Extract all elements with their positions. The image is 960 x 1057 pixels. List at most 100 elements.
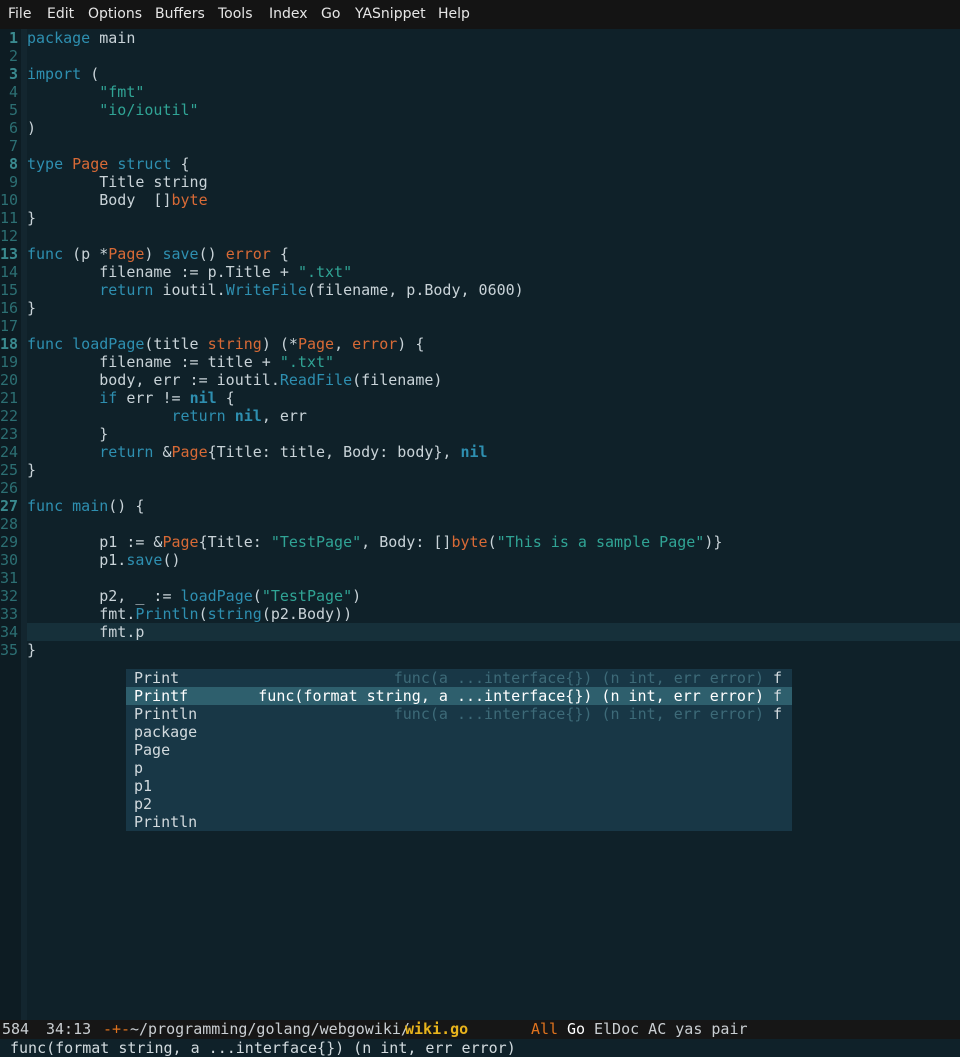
code-line[interactable]: 15 return ioutil.WriteFile(filename, p.B… <box>0 281 960 299</box>
code-token: } <box>27 425 109 443</box>
line-number: 30 <box>0 551 19 569</box>
code-line[interactable]: 30 p1.save() <box>0 551 960 569</box>
code-line[interactable]: 22 return nil, err <box>0 407 960 425</box>
code-token: type <box>27 155 64 173</box>
code-line[interactable]: 31 <box>0 569 960 587</box>
code-token: func <box>27 497 64 515</box>
code-token: { <box>216 389 235 407</box>
code-token: filename := title + <box>27 353 280 371</box>
line-code: } <box>27 641 36 659</box>
candidate-name: Println <box>134 705 198 723</box>
code-line[interactable]: 9 Title string <box>0 173 960 191</box>
code-line[interactable]: 20 body, err := ioutil.ReadFile(filename… <box>0 371 960 389</box>
candidate-name: Page <box>134 741 171 759</box>
menu-tools[interactable]: Tools <box>218 0 253 29</box>
code-line[interactable]: 18 func loadPage(title string) (*Page, er… <box>0 335 960 353</box>
menu-help[interactable]: Help <box>438 0 470 29</box>
menu-file[interactable]: File <box>8 0 31 29</box>
line-number: 26 <box>0 479 19 497</box>
code-line[interactable]: 13 func (p *Page) save() error { <box>0 245 960 263</box>
code-token: ) (* <box>261 335 298 353</box>
code-token: p1 := & <box>27 533 163 551</box>
line-number: 6 <box>8 119 18 137</box>
code-token: ( <box>198 605 208 623</box>
menu-yasnippet[interactable]: YASnippet <box>355 0 426 29</box>
code-line[interactable]: 10 Body []byte <box>0 191 960 209</box>
code-editor[interactable]: 1 package main 2 3 import (4 "fmt" 5 "io/iout… <box>0 29 960 1020</box>
line-number: 5 <box>8 101 18 119</box>
line-number: 15 <box>0 281 19 299</box>
line-number: 13 <box>0 245 19 263</box>
code-line[interactable]: 12 <box>0 227 960 245</box>
line-code: Body []byte <box>27 191 207 209</box>
code-line[interactable]: 29 p1 := &Page{Title: "TestPage", Body: … <box>0 533 960 551</box>
code-token: "io/ioutil" <box>99 101 199 119</box>
menu-go[interactable]: Go <box>321 0 340 29</box>
completion-candidate[interactable]: Println func(a ...interface{}) (n int, er… <box>126 705 792 723</box>
completion-candidate[interactable]: p1 <box>126 777 792 795</box>
code-token: WriteFile <box>225 281 307 299</box>
menu-buffers[interactable]: Buffers <box>155 0 205 29</box>
code-line[interactable]: 34 fmt.p <box>0 623 960 641</box>
completion-candidate[interactable]: Page <box>126 741 792 759</box>
code-token: ".txt" <box>279 353 335 371</box>
code-line[interactable]: 5 "io/ioutil" <box>0 101 960 119</box>
line-number: 31 <box>0 569 19 587</box>
code-line[interactable]: 21 if err != nil { <box>0 389 960 407</box>
code-token: Page <box>162 533 199 551</box>
candidate-name: Print <box>134 669 180 687</box>
code-line[interactable]: 1 package main <box>0 29 960 47</box>
completion-candidate[interactable]: p2 <box>126 795 792 813</box>
completion-candidate[interactable]: Println <box>126 813 792 831</box>
code-line[interactable]: 16} <box>0 299 960 317</box>
menu-bar: File Edit Options Buffers Tools Index Go… <box>0 0 960 29</box>
code-token: string <box>207 605 262 623</box>
code-line[interactable]: 33 fmt.Println(string(p2.Body)) <box>0 605 960 623</box>
code-token: body, err := ioutil. <box>27 371 280 389</box>
line-code: body, err := ioutil.ReadFile(filename) <box>27 371 442 389</box>
code-line[interactable]: 35} <box>0 641 960 659</box>
line-code: } <box>27 299 36 317</box>
code-line[interactable]: 25} <box>0 461 960 479</box>
code-token: { <box>270 245 289 263</box>
code-token: { <box>171 155 190 173</box>
code-line[interactable]: 32 p2, _ := loadPage("TestPage") <box>0 587 960 605</box>
line-number: 34 <box>0 623 19 641</box>
code-line[interactable]: 11} <box>0 209 960 227</box>
code-line[interactable]: 6) <box>0 119 960 137</box>
code-line[interactable]: 26 <box>0 479 960 497</box>
code-line[interactable]: 24 return &Page{Title: title, Body: body… <box>0 443 960 461</box>
major-mode[interactable]: Go <box>567 1020 585 1039</box>
candidate-signature: func(a ...interface{}) (n int, err error… <box>393 669 764 687</box>
code-line[interactable]: 8 type Page struct { <box>0 155 960 173</box>
code-line[interactable]: 28 <box>0 515 960 533</box>
code-line[interactable]: 7 <box>0 137 960 155</box>
menu-edit[interactable]: Edit <box>47 0 74 29</box>
code-line[interactable]: 4 "fmt" <box>0 83 960 101</box>
completion-candidate[interactable]: Print func(a ...interface{}) (n int, err … <box>126 669 792 687</box>
code-line[interactable]: 14 filename := p.Title + ".txt" <box>0 263 960 281</box>
code-token: save <box>126 551 163 569</box>
menu-index[interactable]: Index <box>269 0 308 29</box>
completion-popup[interactable]: Print func(a ...interface{}) (n int, err … <box>126 669 792 831</box>
code-token: ( <box>487 533 497 551</box>
line-code: ) <box>27 119 36 137</box>
minor-modes[interactable]: ElDoc AC yas pair <box>594 1020 748 1039</box>
code-line[interactable]: 27 func main() { <box>0 497 960 515</box>
completion-candidate[interactable]: p <box>126 759 792 777</box>
code-line[interactable]: 3 import ( <box>0 65 960 83</box>
code-token: import <box>27 65 82 83</box>
line-number: 4 <box>8 83 18 101</box>
code-line[interactable]: 2 <box>0 47 960 65</box>
menu-options[interactable]: Options <box>88 0 142 29</box>
code-line[interactable]: 19 filename := title + ".txt" <box>0 353 960 371</box>
code-line[interactable]: 17 <box>0 317 960 335</box>
completion-candidate[interactable]: package <box>126 723 792 741</box>
line-code: } <box>27 461 36 479</box>
completion-candidate[interactable]: Printf func(format string, a ...interface… <box>126 687 792 705</box>
code-line[interactable]: 23 } <box>0 425 960 443</box>
